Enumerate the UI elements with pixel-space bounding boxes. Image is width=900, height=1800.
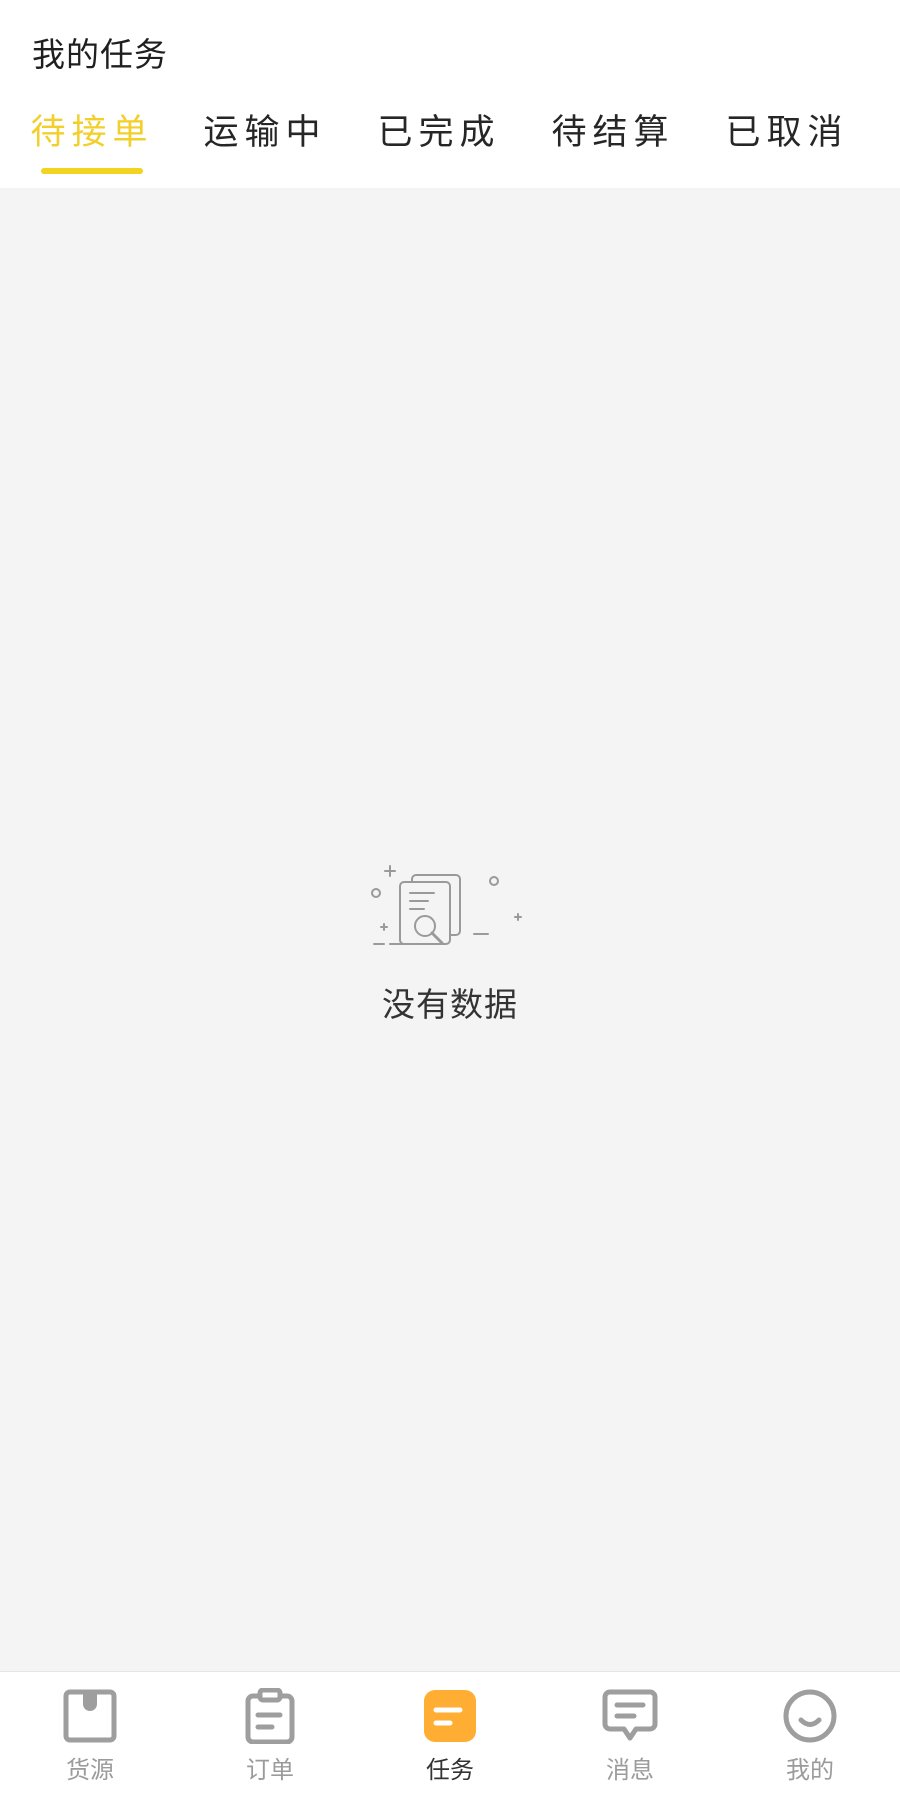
tab-label: 运输中: [203, 113, 327, 153]
empty-state-text: 没有数据: [382, 985, 518, 1024]
tab-label: 待结算: [551, 113, 675, 153]
empty-state: 没有数据: [0, 862, 900, 1026]
clipboard-icon: [245, 1688, 295, 1744]
nav-label: 消息: [606, 1756, 654, 1784]
tab-label: 已完成: [377, 113, 501, 153]
nav-item-orders[interactable]: 订单: [180, 1688, 360, 1798]
tab-completed[interactable]: 已完成: [364, 104, 514, 186]
page-title: 我的任务: [32, 35, 168, 74]
nav-label: 货源: [66, 1756, 114, 1784]
header: 我的任务 待接单 运输中 已完成 待结算 已取消: [0, 0, 900, 186]
status-tabs: 待接单 运输中 已完成 待结算 已取消: [0, 104, 900, 186]
tab-in-transit[interactable]: 运输中: [190, 104, 340, 186]
task-icon: [424, 1690, 476, 1742]
nav-item-profile[interactable]: 我的: [720, 1688, 900, 1798]
active-tab-indicator: [41, 168, 143, 174]
empty-document-search-icon: [371, 865, 522, 945]
bottom-navigation: 货源 订单 任务 消息 我的: [0, 1671, 900, 1800]
nav-item-tasks[interactable]: 任务: [360, 1688, 540, 1798]
tab-label: 已取消: [725, 113, 849, 153]
tab-label: 待接单: [30, 113, 154, 153]
smile-icon: [783, 1689, 837, 1743]
task-list-area[interactable]: 没有数据: [0, 188, 900, 1671]
nav-item-messages[interactable]: 消息: [540, 1688, 720, 1798]
tab-cancelled[interactable]: 已取消: [712, 104, 862, 186]
message-icon: [602, 1689, 658, 1741]
nav-label: 我的: [786, 1756, 834, 1784]
app-root: 我的任务 待接单 运输中 已完成 待结算 已取消 没有数据 货源 订单 任务 消…: [0, 0, 900, 1800]
nav-label: 订单: [246, 1756, 294, 1784]
tab-to-settle[interactable]: 待结算: [538, 104, 688, 186]
nav-item-goods-source[interactable]: 货源: [0, 1688, 180, 1798]
nav-label: 任务: [426, 1756, 474, 1784]
box-icon: [63, 1689, 117, 1743]
tab-pending[interactable]: 待接单: [17, 104, 167, 186]
